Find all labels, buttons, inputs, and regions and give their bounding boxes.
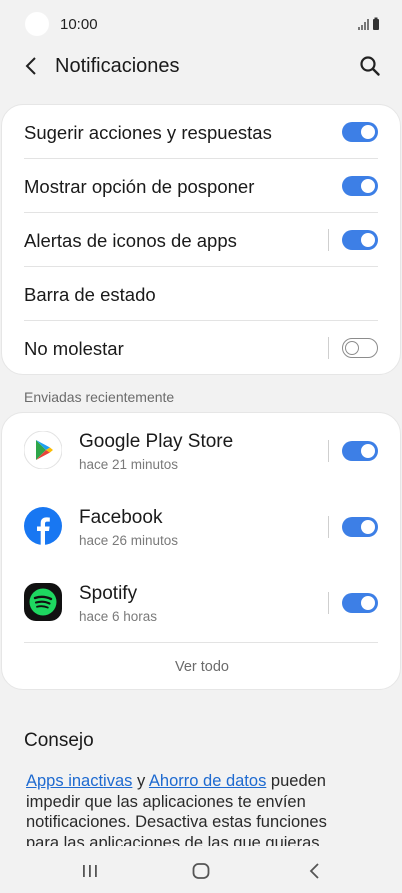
page-title: Notificaciones [55, 55, 180, 77]
home-icon[interactable] [190, 860, 212, 882]
tip-title: Consejo [24, 730, 94, 751]
tip-body: Apps inactivas y Ahorro de datos pueden … [0, 762, 402, 846]
status-time: 10:00 [60, 16, 98, 33]
back-arrow-icon[interactable] [20, 54, 44, 78]
camera-cutout [25, 12, 49, 36]
facebook-icon [24, 507, 62, 545]
google-play-toggle[interactable] [342, 441, 378, 461]
setting-snooze-option[interactable]: Mostrar opción de posponer [2, 159, 402, 213]
setting-app-icon-badges[interactable]: Alertas de iconos de apps [2, 213, 402, 267]
app-name: Facebook [79, 507, 163, 528]
recent-apps-card: Google Play Store hace 21 minutos Facebo… [1, 412, 401, 690]
app-bar: Notificaciones [0, 48, 402, 88]
snooze-option-toggle[interactable] [342, 176, 378, 196]
setting-do-not-disturb[interactable]: No molestar [2, 321, 402, 375]
app-row-spotify[interactable]: Spotify hace 6 horas [2, 565, 402, 641]
setting-label: Barra de estado [24, 284, 156, 305]
recent-apps-icon[interactable] [79, 860, 101, 882]
spotify-icon [24, 583, 62, 621]
setting-label: Alertas de iconos de apps [24, 230, 237, 251]
vertical-separator [328, 592, 329, 614]
setting-label: Sugerir acciones y respuestas [24, 122, 272, 143]
setting-suggest-actions[interactable]: Sugerir acciones y respuestas [2, 105, 402, 159]
search-icon[interactable] [358, 54, 382, 78]
vertical-separator [328, 440, 329, 462]
app-time: hace 6 horas [79, 609, 158, 624]
suggest-actions-toggle[interactable] [342, 122, 378, 142]
inactive-apps-link[interactable]: Apps inactivas [26, 772, 132, 790]
vertical-separator [328, 229, 329, 251]
google-play-icon [24, 431, 62, 469]
spotify-toggle[interactable] [342, 593, 378, 613]
app-icon-badges-toggle[interactable] [342, 230, 378, 250]
tip-conjunction: y [132, 772, 149, 790]
navigation-bar [0, 846, 402, 893]
divider [24, 642, 378, 643]
app-name: Spotify [79, 583, 138, 604]
facebook-toggle[interactable] [342, 517, 378, 537]
recent-section-label: Enviadas recientemente [24, 389, 175, 405]
app-row-google-play[interactable]: Google Play Store hace 21 minutos [2, 413, 402, 489]
setting-label: No molestar [24, 338, 124, 359]
app-time: hace 21 minutos [79, 457, 179, 472]
vertical-separator [328, 337, 329, 359]
app-time: hace 26 minutos [79, 533, 179, 548]
setting-label: Mostrar opción de posponer [24, 176, 255, 197]
vertical-separator [328, 516, 329, 538]
do-not-disturb-toggle[interactable] [342, 338, 378, 358]
app-row-facebook[interactable]: Facebook hace 26 minutos [2, 489, 402, 565]
setting-status-bar[interactable]: Barra de estado [2, 267, 402, 321]
app-name: Google Play Store [79, 431, 234, 452]
see-all-button[interactable]: Ver todo [2, 659, 402, 675]
status-bar: 10:00 [0, 0, 402, 48]
tip-text: Apps inactivas y Ahorro de datos pueden … [26, 771, 356, 846]
data-saver-link[interactable]: Ahorro de datos [149, 772, 266, 790]
back-icon[interactable] [304, 860, 326, 882]
settings-card: Sugerir acciones y respuestas Mostrar op… [1, 104, 401, 375]
signal-battery-icon [358, 17, 379, 30]
